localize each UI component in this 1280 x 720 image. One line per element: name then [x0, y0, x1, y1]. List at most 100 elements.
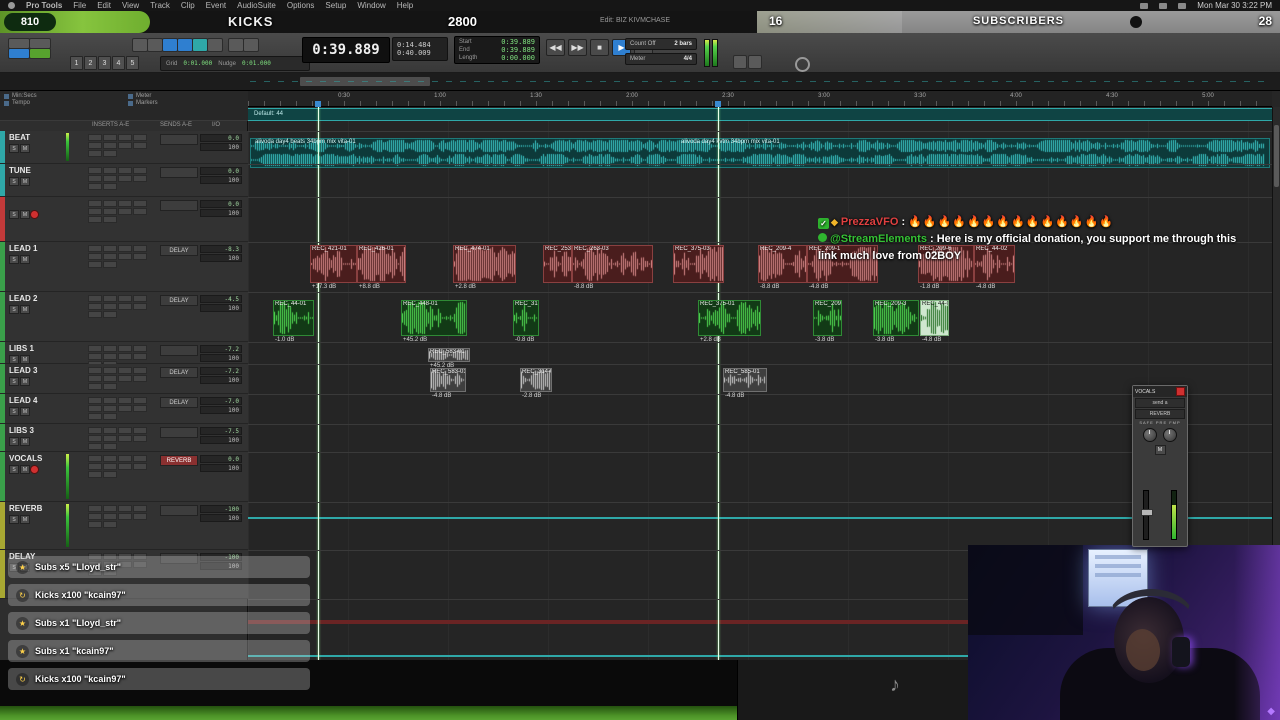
insert-slot[interactable] [118, 513, 132, 520]
meter-box[interactable]: Meter 4/4 [625, 53, 697, 65]
track-volume-value[interactable]: 0.0 [200, 134, 242, 142]
track-row-lead-2[interactable]: LEAD 2SMDELAY-4.5100 [0, 292, 248, 342]
insert-slot[interactable] [88, 311, 102, 318]
mute-button[interactable]: M [20, 515, 30, 524]
solo-button[interactable]: S [9, 465, 19, 474]
insert-slot[interactable] [118, 375, 132, 382]
audio-clip-rec_314-01[interactable]: REC_314-01 [520, 368, 552, 392]
solo-button[interactable]: S [9, 177, 19, 186]
insert-slot[interactable] [103, 513, 117, 520]
insert-slot[interactable] [88, 134, 102, 141]
track-row-audio-2[interactable]: SM0.0100 [0, 197, 248, 242]
pencil-icon[interactable] [733, 55, 747, 69]
menu-item-pro-tools[interactable]: Pro Tools [26, 1, 62, 10]
audio-clip-rec_209-3[interactable]: REC_209-3 [873, 300, 919, 336]
insert-slot[interactable] [133, 345, 147, 352]
insert-slot[interactable] [103, 463, 117, 470]
insert-slot[interactable] [88, 353, 102, 360]
insert-slot[interactable] [103, 150, 117, 157]
record-arm-icon[interactable] [30, 210, 39, 219]
track-send[interactable] [160, 167, 198, 178]
insert-slot[interactable] [133, 353, 147, 360]
track-pan-value[interactable]: 100 [200, 514, 242, 522]
insert-slot[interactable] [88, 435, 102, 442]
insert-slot[interactable] [118, 175, 132, 182]
audio-clip-rec_263-03[interactable]: REC_263-03 [572, 245, 653, 283]
insert-slot[interactable] [103, 183, 117, 190]
insert-slot[interactable] [103, 216, 117, 223]
menu-item-audiosuite[interactable]: AudioSuite [237, 1, 276, 10]
insert-slot[interactable] [88, 383, 102, 390]
mute-button[interactable]: M [20, 465, 30, 474]
insert-slot[interactable] [103, 200, 117, 207]
track-pan-value[interactable]: 100 [200, 304, 242, 312]
menu-item-clip[interactable]: Clip [181, 1, 195, 10]
insert-slot[interactable] [103, 471, 117, 478]
insert-slot[interactable] [133, 375, 147, 382]
track-pan-value[interactable]: 100 [200, 209, 242, 217]
audio-clip-rec_253-01[interactable]: REC_253-01 [543, 245, 572, 283]
grid-mode-button[interactable] [29, 48, 51, 59]
send-fader[interactable] [1143, 490, 1149, 540]
plugin-send-row[interactable]: send a [1135, 398, 1185, 408]
insert-slot[interactable] [133, 397, 147, 404]
track-name[interactable]: LIBS 1 [9, 344, 34, 353]
mute-button[interactable]: M [20, 407, 30, 416]
audio-clip-rec_375-03[interactable]: REC_375-03 [673, 245, 724, 283]
insert-slot[interactable] [118, 245, 132, 252]
universe-view[interactable] [0, 73, 1280, 91]
battery-icon[interactable] [1140, 3, 1148, 9]
record-arm-icon[interactable] [30, 465, 39, 474]
track-send[interactable]: DELAY [160, 397, 198, 408]
event-row-subs[interactable]: ★Subs x5 "Lloyd_str" [8, 556, 310, 578]
plugin-mode-buttons[interactable]: SAFE PRE FMP [1133, 420, 1187, 425]
control-center-icon[interactable] [1178, 3, 1186, 9]
scrubber-tool-button[interactable] [192, 38, 208, 52]
track-send[interactable]: DELAY [160, 367, 198, 378]
insert-slot[interactable] [118, 167, 132, 174]
zoom-preset-4[interactable]: 4 [112, 56, 125, 70]
insert-slot[interactable] [133, 463, 147, 470]
insert-slot[interactable] [118, 295, 132, 302]
audio-clip-rec_44-01[interactable]: REC_44-01 [273, 300, 314, 336]
insert-slot[interactable] [88, 471, 102, 478]
solo-button[interactable]: S [9, 407, 19, 416]
count-off-box[interactable]: Count Off 2 bars [625, 38, 697, 50]
mute-button[interactable]: M [20, 177, 30, 186]
insert-slot[interactable] [88, 167, 102, 174]
audio-clip-rec_315[interactable]: REC_315 [513, 300, 539, 336]
wifi-icon[interactable] [1159, 3, 1167, 9]
solo-button[interactable]: S [9, 355, 19, 364]
insert-slot[interactable] [118, 303, 132, 310]
insert-slot[interactable] [133, 367, 147, 374]
solo-button[interactable]: S [9, 377, 19, 386]
insert-slot[interactable] [133, 513, 147, 520]
record-enable-icon[interactable] [795, 57, 810, 72]
track-send[interactable] [160, 505, 198, 516]
zoom-preset-5[interactable]: 5 [126, 56, 139, 70]
insert-slot[interactable] [118, 134, 132, 141]
insert-slot[interactable] [103, 383, 117, 390]
track-send[interactable] [160, 427, 198, 438]
solo-button[interactable]: S [9, 515, 19, 524]
track-row-libs-1[interactable]: LIBS 1SM-7.2100 [0, 342, 248, 364]
menu-item-track[interactable]: Track [150, 1, 170, 10]
track-name[interactable]: LEAD 2 [9, 294, 37, 303]
mute-button[interactable]: M [20, 210, 30, 219]
track-row-tune[interactable]: TUNESM0.0100 [0, 164, 248, 197]
mute-button[interactable]: M [20, 355, 30, 364]
insert-slot[interactable] [88, 150, 102, 157]
rewind-button[interactable]: ◀◀ [546, 39, 565, 56]
insert-slot[interactable] [103, 405, 117, 412]
fader-cap[interactable] [1141, 509, 1153, 516]
insert-slot[interactable] [133, 295, 147, 302]
track-name[interactable]: LEAD 1 [9, 244, 37, 253]
insert-slot[interactable] [103, 134, 117, 141]
track-volume-value[interactable]: 0.0 [200, 455, 242, 463]
audio-clip-rec_583-01[interactable]: REC_583-01 [430, 368, 466, 392]
menu-item-options[interactable]: Options [287, 1, 315, 10]
audio-clip-rec_421-01[interactable]: REC_421-01 [310, 245, 357, 283]
insert-slot[interactable] [103, 455, 117, 462]
track-name[interactable]: LIBS 3 [9, 426, 34, 435]
length-value[interactable]: 0:00.000 [501, 54, 535, 62]
